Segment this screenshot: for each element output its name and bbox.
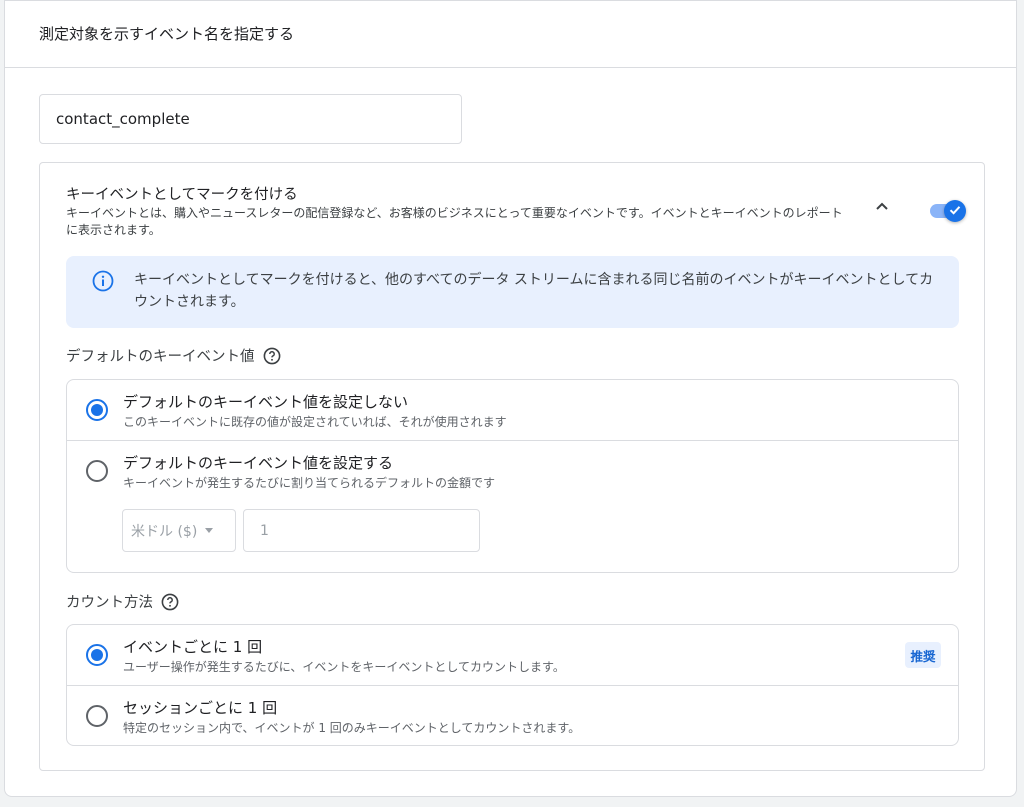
key-event-panel: キーイベントとしてマークを付ける キーイベントとは、購入やニュースレターの配信登… <box>39 162 985 771</box>
radio-once-per-session[interactable] <box>86 705 108 727</box>
counting-method-label-text: カウント方法 <box>66 595 153 611</box>
key-event-toggle[interactable] <box>928 199 968 223</box>
radio-no-default-value[interactable] <box>86 399 108 421</box>
option-description: 特定のセッション内で、イベントが 1 回のみキーイベントとしてカウントされます。 <box>123 721 581 735</box>
info-text: キーイベントとしてマークを付けると、他のすべてのデータ ストリームに含まれる同じ… <box>134 272 934 310</box>
option-title: イベントごとに 1 回 <box>123 638 263 656</box>
option-description: ユーザー操作が発生するたびに、イベントをキーイベントとしてカウントします。 <box>123 660 565 674</box>
dropdown-arrow-icon <box>205 528 214 533</box>
key-event-description: キーイベントとは、購入やニュースレターの配信登録など、お客様のビジネスにとって重… <box>66 206 843 237</box>
default-value-label-text: デフォルトのキーイベント値 <box>66 349 255 365</box>
radio-set-default-value[interactable] <box>86 460 108 482</box>
counting-method-label: カウント方法 <box>66 591 179 612</box>
option-no-default-value[interactable]: デフォルトのキーイベント値を設定しない このキーイベントに既存の値が設定されてい… <box>67 380 958 440</box>
default-value-options: デフォルトのキーイベント値を設定しない このキーイベントに既存の値が設定されてい… <box>66 379 959 573</box>
currency-select[interactable]: 米ドル ($) <box>122 509 236 552</box>
option-description: キーイベントが発生するたびに割り当てられるデフォルトの金額です <box>123 476 496 490</box>
currency-value: 米ドル ($) <box>131 523 198 540</box>
option-set-default-value[interactable]: デフォルトのキーイベント値を設定する キーイベントが発生するたびに割り当てられる… <box>67 440 958 572</box>
card-header: 測定対象を示すイベント名を指定する <box>5 1 1016 68</box>
option-title: デフォルトのキーイベント値を設定する <box>123 454 394 472</box>
info-icon <box>92 270 114 292</box>
radio-once-per-event[interactable] <box>86 644 108 666</box>
counting-method-options: イベントごとに 1 回 ユーザー操作が発生するたびに、イベントをキーイベントとし… <box>66 624 959 746</box>
info-banner: キーイベントとしてマークを付けると、他のすべてのデータ ストリームに含まれる同じ… <box>66 256 959 328</box>
option-description: このキーイベントに既存の値が設定されていれば、それが使用されます <box>123 415 507 429</box>
recommended-badge: 推奨 <box>905 642 941 668</box>
check-icon <box>948 202 962 221</box>
event-settings-card: 測定対象を示すイベント名を指定する キーイベントとしてマークを付ける キーイベン… <box>4 0 1017 797</box>
option-title: デフォルトのキーイベント値を設定しない <box>123 393 409 411</box>
option-once-per-session[interactable]: セッションごとに 1 回 特定のセッション内で、イベントが 1 回のみキーイベン… <box>67 685 958 745</box>
event-name-input[interactable] <box>39 94 462 144</box>
option-title: セッションごとに 1 回 <box>123 699 278 717</box>
key-event-title: キーイベントとしてマークを付ける <box>66 187 298 203</box>
chevron-up-icon[interactable] <box>872 197 892 217</box>
default-value-label: デフォルトのキーイベント値 <box>66 345 281 366</box>
option-once-per-event[interactable]: イベントごとに 1 回 ユーザー操作が発生するたびに、イベントをキーイベントとし… <box>67 625 958 685</box>
help-icon[interactable] <box>161 593 179 611</box>
default-amount-input[interactable] <box>243 509 480 552</box>
toggle-knob <box>944 200 966 222</box>
page-title: 測定対象を示すイベント名を指定する <box>39 25 295 43</box>
help-icon[interactable] <box>263 347 281 365</box>
